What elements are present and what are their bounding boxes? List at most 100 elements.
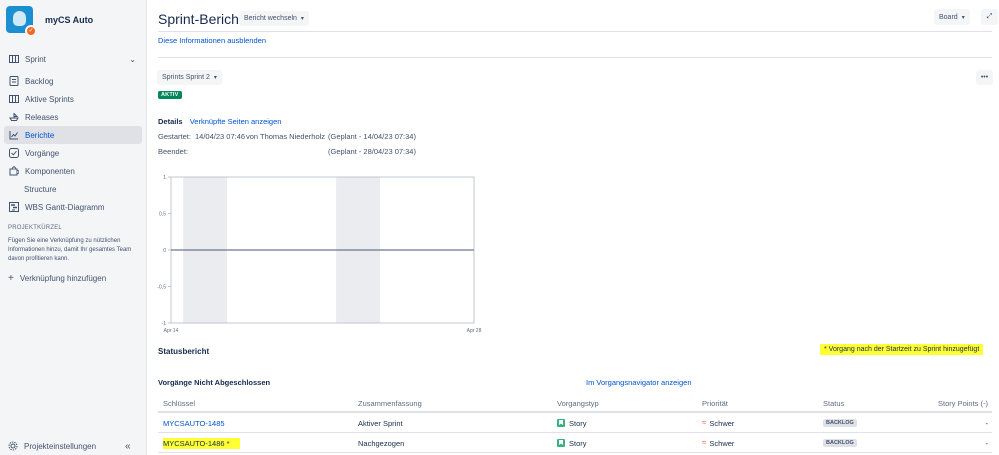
project-name: myCS Auto [45, 14, 94, 25]
divider [158, 31, 992, 32]
issue-priority-cell: ≈ Schwer [702, 413, 734, 433]
shortcuts-description: Fügen Sie eine Verknüpfung zu nützlichen… [8, 238, 132, 262]
issue-priority: Schwer [709, 418, 735, 428]
main-content: Sprint-Bericht Bericht wechseln ▾ Board … [147, 0, 999, 455]
issue-key-link[interactable]: MYCSAUTO-1486 * [163, 439, 230, 448]
issue-summary: Aktiver Sprint [358, 418, 403, 428]
sprint-selector-label: Sprints Sprint 2 [162, 74, 210, 81]
fullscreen-button[interactable]: ⤢ [981, 9, 998, 25]
sprint-selector[interactable]: Sprints Sprint 2 ▾ [157, 70, 222, 85]
sidebar-group-label: Sprint [25, 54, 46, 64]
linked-pages-link[interactable]: Verknüpfte Seiten anzeigen [190, 117, 282, 126]
page-title: Sprint-Bericht [158, 11, 243, 27]
sidebar-item-label: Releases [25, 112, 59, 122]
chevron-down-icon: ▾ [300, 16, 304, 22]
column-header-story-points[interactable]: Story Points (-) [938, 393, 988, 413]
project-settings-label: Projekteinstellungen [24, 441, 97, 451]
y-tick-label: 0 [163, 248, 166, 254]
sidebar-item-label: Backlog [25, 76, 54, 86]
y-tick-label: 0,5 [159, 212, 166, 218]
collapse-sidebar-icon[interactable]: « [125, 441, 131, 452]
details-row: Details Verknüpfte Seiten anzeigen [158, 117, 281, 126]
switch-report-button[interactable]: Bericht wechseln ▾ [239, 11, 309, 26]
sidebar: ✓ myCS Auto Sprint ⌄ Backlog Aktive Spri… [0, 0, 147, 455]
divider [158, 57, 992, 58]
started-planned: (Geplant - 14/04/23 07:34) [328, 132, 416, 141]
priority-high-icon: ≈ [702, 418, 707, 427]
expand-icon: ⤢ [986, 13, 993, 20]
issue-status-cell: BACKLOG [823, 413, 857, 433]
issue-key-highlight: MYCSAUTO-1486 * [163, 437, 240, 449]
sidebar-item-label: Berichte [25, 130, 55, 140]
table-header: Schlüssel Zusammenfassung Vorgangstyp Pr… [158, 393, 992, 413]
column-header-priority[interactable]: Priorität [702, 393, 728, 413]
by-label: von [246, 132, 259, 141]
y-tick-label: -1 [162, 321, 167, 327]
column-header-key[interactable]: Schlüssel [163, 393, 195, 413]
issue-priority: Schwer [709, 438, 735, 448]
status-lozenge: BACKLOG [823, 439, 857, 447]
backlog-icon [9, 76, 19, 86]
y-tick-label: -0,5 [157, 285, 166, 291]
status-lozenge: BACKLOG [823, 419, 857, 427]
project-settings-link[interactable]: Projekteinstellungen [8, 441, 96, 451]
issue-story-points: - [985, 418, 989, 428]
board-button[interactable]: Board ▾ [934, 9, 970, 25]
issue-priority-cell: ≈ Schwer [702, 433, 734, 453]
project-header[interactable]: ✓ myCS Auto [6, 6, 94, 37]
x-tick-label: Apr 14 [164, 328, 179, 334]
priority-high-icon: ≈ [702, 438, 707, 447]
issue-navigator-link[interactable]: Im Vorgangsnavigator anzeigen [586, 378, 692, 387]
issue-type: Story [569, 438, 587, 448]
sidebar-item-components[interactable]: Komponenten [4, 162, 142, 180]
hide-info-link[interactable]: Diese Informationen ausblenden [158, 36, 266, 45]
gear-icon [8, 441, 18, 451]
switch-report-label: Bericht wechseln [244, 15, 297, 22]
add-shortcut-link[interactable]: + Verknüpfung hinzufügen [8, 273, 106, 284]
sidebar-item-structure[interactable]: Structure [4, 180, 142, 198]
user-link[interactable]: Thomas Niederholz [260, 132, 325, 141]
more-icon: ••• [980, 74, 989, 81]
status-report-title: Statusbericht [158, 347, 210, 356]
issue-status-cell: BACKLOG [823, 433, 857, 453]
story-icon [557, 419, 565, 427]
puzzle-icon [9, 166, 19, 176]
project-avatar: ✓ [6, 6, 37, 37]
issue-key-link[interactable]: MYCSAUTO-1485 [163, 419, 225, 428]
issue-type-cell: Story [557, 413, 587, 433]
chevron-down-icon: ⌄ [129, 54, 136, 64]
ended-label: Beendet: [158, 147, 189, 156]
started-value: 14/04/23 07:46 [195, 132, 246, 141]
sidebar-group-sprint[interactable]: Sprint ⌄ [4, 50, 142, 68]
status-badge: AKTIV [158, 91, 182, 99]
column-header-status[interactable]: Status [823, 393, 844, 413]
sidebar-item-label: Aktive Sprints [25, 94, 74, 104]
board-label: Board [939, 13, 958, 21]
issue-type: Story [569, 418, 587, 428]
sidebar-item-active-sprints[interactable]: Aktive Sprints [4, 90, 142, 108]
sidebar-item-releases[interactable]: Releases [4, 108, 142, 126]
sidebar-item-wbs-gantt[interactable]: WBS Gantt-Diagramm [4, 198, 142, 216]
board-icon [9, 94, 19, 104]
ended-planned: (Geplant - 28/04/23 07:34) [328, 147, 416, 156]
column-header-type[interactable]: Vorgangstyp [557, 393, 599, 413]
sidebar-item-issues[interactable]: Vorgänge [4, 144, 142, 162]
sidebar-nav: Sprint ⌄ Backlog Aktive Sprints Releases [4, 50, 142, 216]
sidebar-item-label: Komponenten [25, 166, 75, 176]
more-actions-button[interactable]: ••• [976, 70, 993, 85]
sidebar-item-backlog[interactable]: Backlog [4, 72, 142, 90]
issues-icon [9, 148, 19, 158]
added-after-start-note: * Vorgang nach der Startzeit zu Sprint h… [820, 344, 984, 355]
sidebar-item-label: WBS Gantt-Diagramm [25, 202, 105, 212]
issue-story-points: - [985, 438, 989, 448]
open-issues-title: Vorgänge Nicht Abgeschlossen [158, 378, 271, 387]
started-label: Gestartet: [158, 132, 191, 141]
table-row: MYCSAUTO-1485 Aktiver Sprint Story ≈ Sch… [158, 413, 992, 433]
issue-key-cell: MYCSAUTO-1485 [163, 413, 225, 433]
issue-key-cell: MYCSAUTO-1486 * [163, 433, 240, 453]
add-shortcut-label: Verknüpfung hinzufügen [19, 274, 107, 283]
y-tick-label: 1 [163, 175, 166, 181]
sidebar-item-label: Vorgänge [25, 148, 60, 158]
column-header-summary[interactable]: Zusammenfassung [358, 393, 422, 413]
sidebar-item-reports[interactable]: Berichte [4, 126, 142, 144]
